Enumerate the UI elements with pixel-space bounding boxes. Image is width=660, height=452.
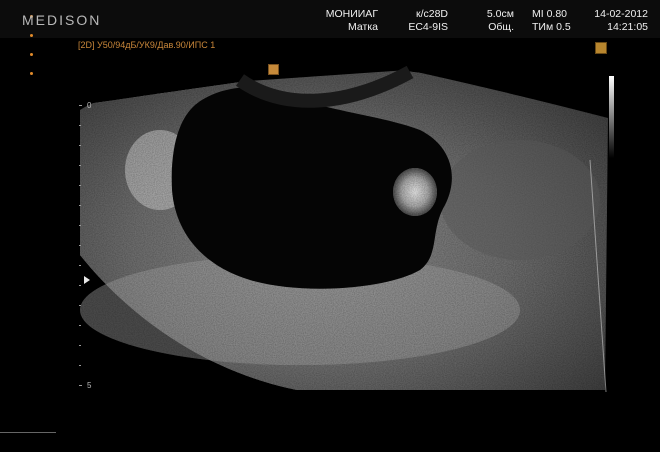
depth-top-label: 0 [87,101,92,110]
depth-bottom-label: 5 [87,381,92,390]
corner-bracket [0,432,56,452]
ultrasound-image [79,65,608,393]
echogenic-nodule [393,168,437,216]
focus-arrow-icon [84,276,90,284]
